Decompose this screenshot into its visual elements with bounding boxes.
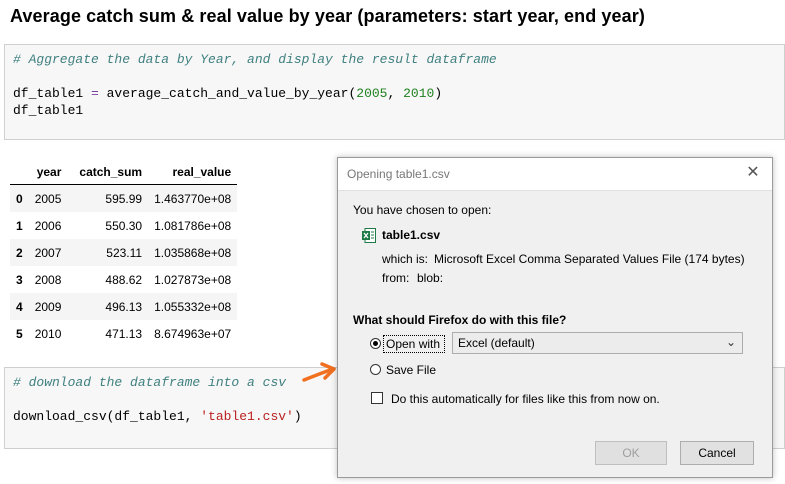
- code-close: ): [293, 409, 302, 424]
- chevron-down-icon: ⌄: [725, 335, 736, 349]
- dataframe-table: year catch_sum real_value 0 2005 595.99 …: [10, 160, 238, 347]
- code-cell-aggregate[interactable]: # Aggregate the data by Year, and displa…: [4, 44, 785, 140]
- ok-button[interactable]: OK: [595, 441, 667, 465]
- cancel-button[interactable]: Cancel: [680, 441, 754, 465]
- table-row: 0 2005 595.99 1.463770e+08: [10, 184, 238, 212]
- code-line-display: df_table1: [13, 103, 84, 118]
- cell-year: 2009: [34, 299, 62, 314]
- cell-catch-sum: 523.11: [106, 245, 143, 260]
- column-header-catch-sum: catch_sum: [67, 160, 149, 185]
- chosen-text: You have chosen to open:: [353, 203, 492, 217]
- table-row: 2 2007 523.11 1.035868e+08: [10, 239, 238, 266]
- from-label: from:: [382, 271, 410, 285]
- code-operator: =: [83, 86, 107, 101]
- open-with-value: Excel (default): [458, 336, 535, 350]
- dialog-title: Opening table1.csv: [347, 167, 450, 181]
- dialog-question: What should Firefox do with this file?: [353, 313, 567, 327]
- cell-year: 2007: [34, 245, 62, 260]
- open-with-label[interactable]: Open with: [386, 337, 440, 351]
- row-index: 4: [16, 299, 23, 314]
- column-header-real-value: real_value: [148, 160, 238, 185]
- code-func: download_csv(df_table1,: [13, 409, 201, 424]
- dialog-titlebar: Opening table1.csv ✕: [338, 158, 772, 191]
- table-row: 4 2009 496.13 1.055332e+08: [10, 293, 238, 320]
- code-line-assign: df_table1 = average_catch_and_value_by_y…: [13, 85, 776, 102]
- column-header-index: [10, 160, 29, 185]
- cell-real-value: 8.674963e+07: [154, 326, 232, 341]
- page-heading: Average catch sum & real value by year (…: [10, 6, 645, 26]
- row-index: 1: [16, 218, 23, 233]
- file-name: table1.csv: [382, 228, 441, 242]
- table-row: 3 2008 488.62 1.027873e+08: [10, 266, 237, 293]
- cell-catch-sum: 550.30: [105, 218, 143, 233]
- cell-catch-sum: 488.62: [105, 272, 143, 287]
- cell-catch-sum: 471.13: [105, 326, 143, 341]
- row-index: 5: [16, 326, 23, 341]
- which-is-label: which is:: [382, 252, 429, 266]
- save-file-label[interactable]: Save File: [386, 363, 436, 377]
- open-with-radio[interactable]: [370, 338, 381, 349]
- code-sep: ,: [387, 86, 404, 101]
- row-index: 0: [16, 191, 23, 206]
- table-row: 5 2010 471.13 8.674963e+07: [10, 320, 237, 347]
- from-value: blob:: [417, 271, 444, 285]
- cell-year: 2005: [34, 191, 62, 206]
- cell-catch-sum: 496.13: [105, 299, 143, 314]
- auto-label[interactable]: Do this automatically for files like thi…: [391, 392, 660, 406]
- download-dialog: Opening table1.csv ✕ You have chosen to …: [337, 157, 773, 478]
- column-header-year: year: [28, 160, 68, 185]
- cell-year: 2008: [34, 272, 62, 287]
- code-string: 'table1.csv': [200, 409, 294, 424]
- arrow-annotation-icon: [302, 362, 336, 382]
- which-is-value: Microsoft Excel Comma Separated Values F…: [434, 252, 745, 266]
- table-header-row: year catch_sum real_value: [10, 160, 238, 185]
- cell-year: 2010: [34, 326, 62, 341]
- code-var: df_table1: [13, 86, 84, 101]
- code-comment: # Aggregate the data by Year, and displa…: [13, 52, 497, 67]
- cell-catch-sum: 595.99: [105, 191, 143, 206]
- cell-real-value: 1.027873e+08: [154, 272, 232, 287]
- cell-real-value: 1.463770e+08: [154, 191, 232, 206]
- auto-checkbox[interactable]: [371, 392, 383, 404]
- open-with-select[interactable]: Excel (default) ⌄: [452, 332, 743, 354]
- cell-real-value: 1.081786e+08: [154, 218, 232, 233]
- code-func: average_catch_and_value_by_year(: [106, 86, 357, 101]
- cell-real-value: 1.035868e+08: [154, 245, 232, 260]
- cell-year: 2006: [34, 218, 62, 233]
- cell-real-value: 1.055332e+08: [154, 299, 232, 314]
- row-index: 2: [16, 245, 23, 260]
- code-close: ): [434, 86, 443, 101]
- code-arg-end: 2010: [403, 86, 435, 101]
- code-arg-start: 2005: [356, 86, 388, 101]
- table-row: 1 2006 550.30 1.081786e+08: [10, 212, 237, 239]
- excel-file-icon: [362, 228, 376, 243]
- close-icon[interactable]: ✕: [742, 162, 764, 184]
- row-index: 3: [16, 272, 23, 287]
- save-file-radio[interactable]: [370, 364, 381, 375]
